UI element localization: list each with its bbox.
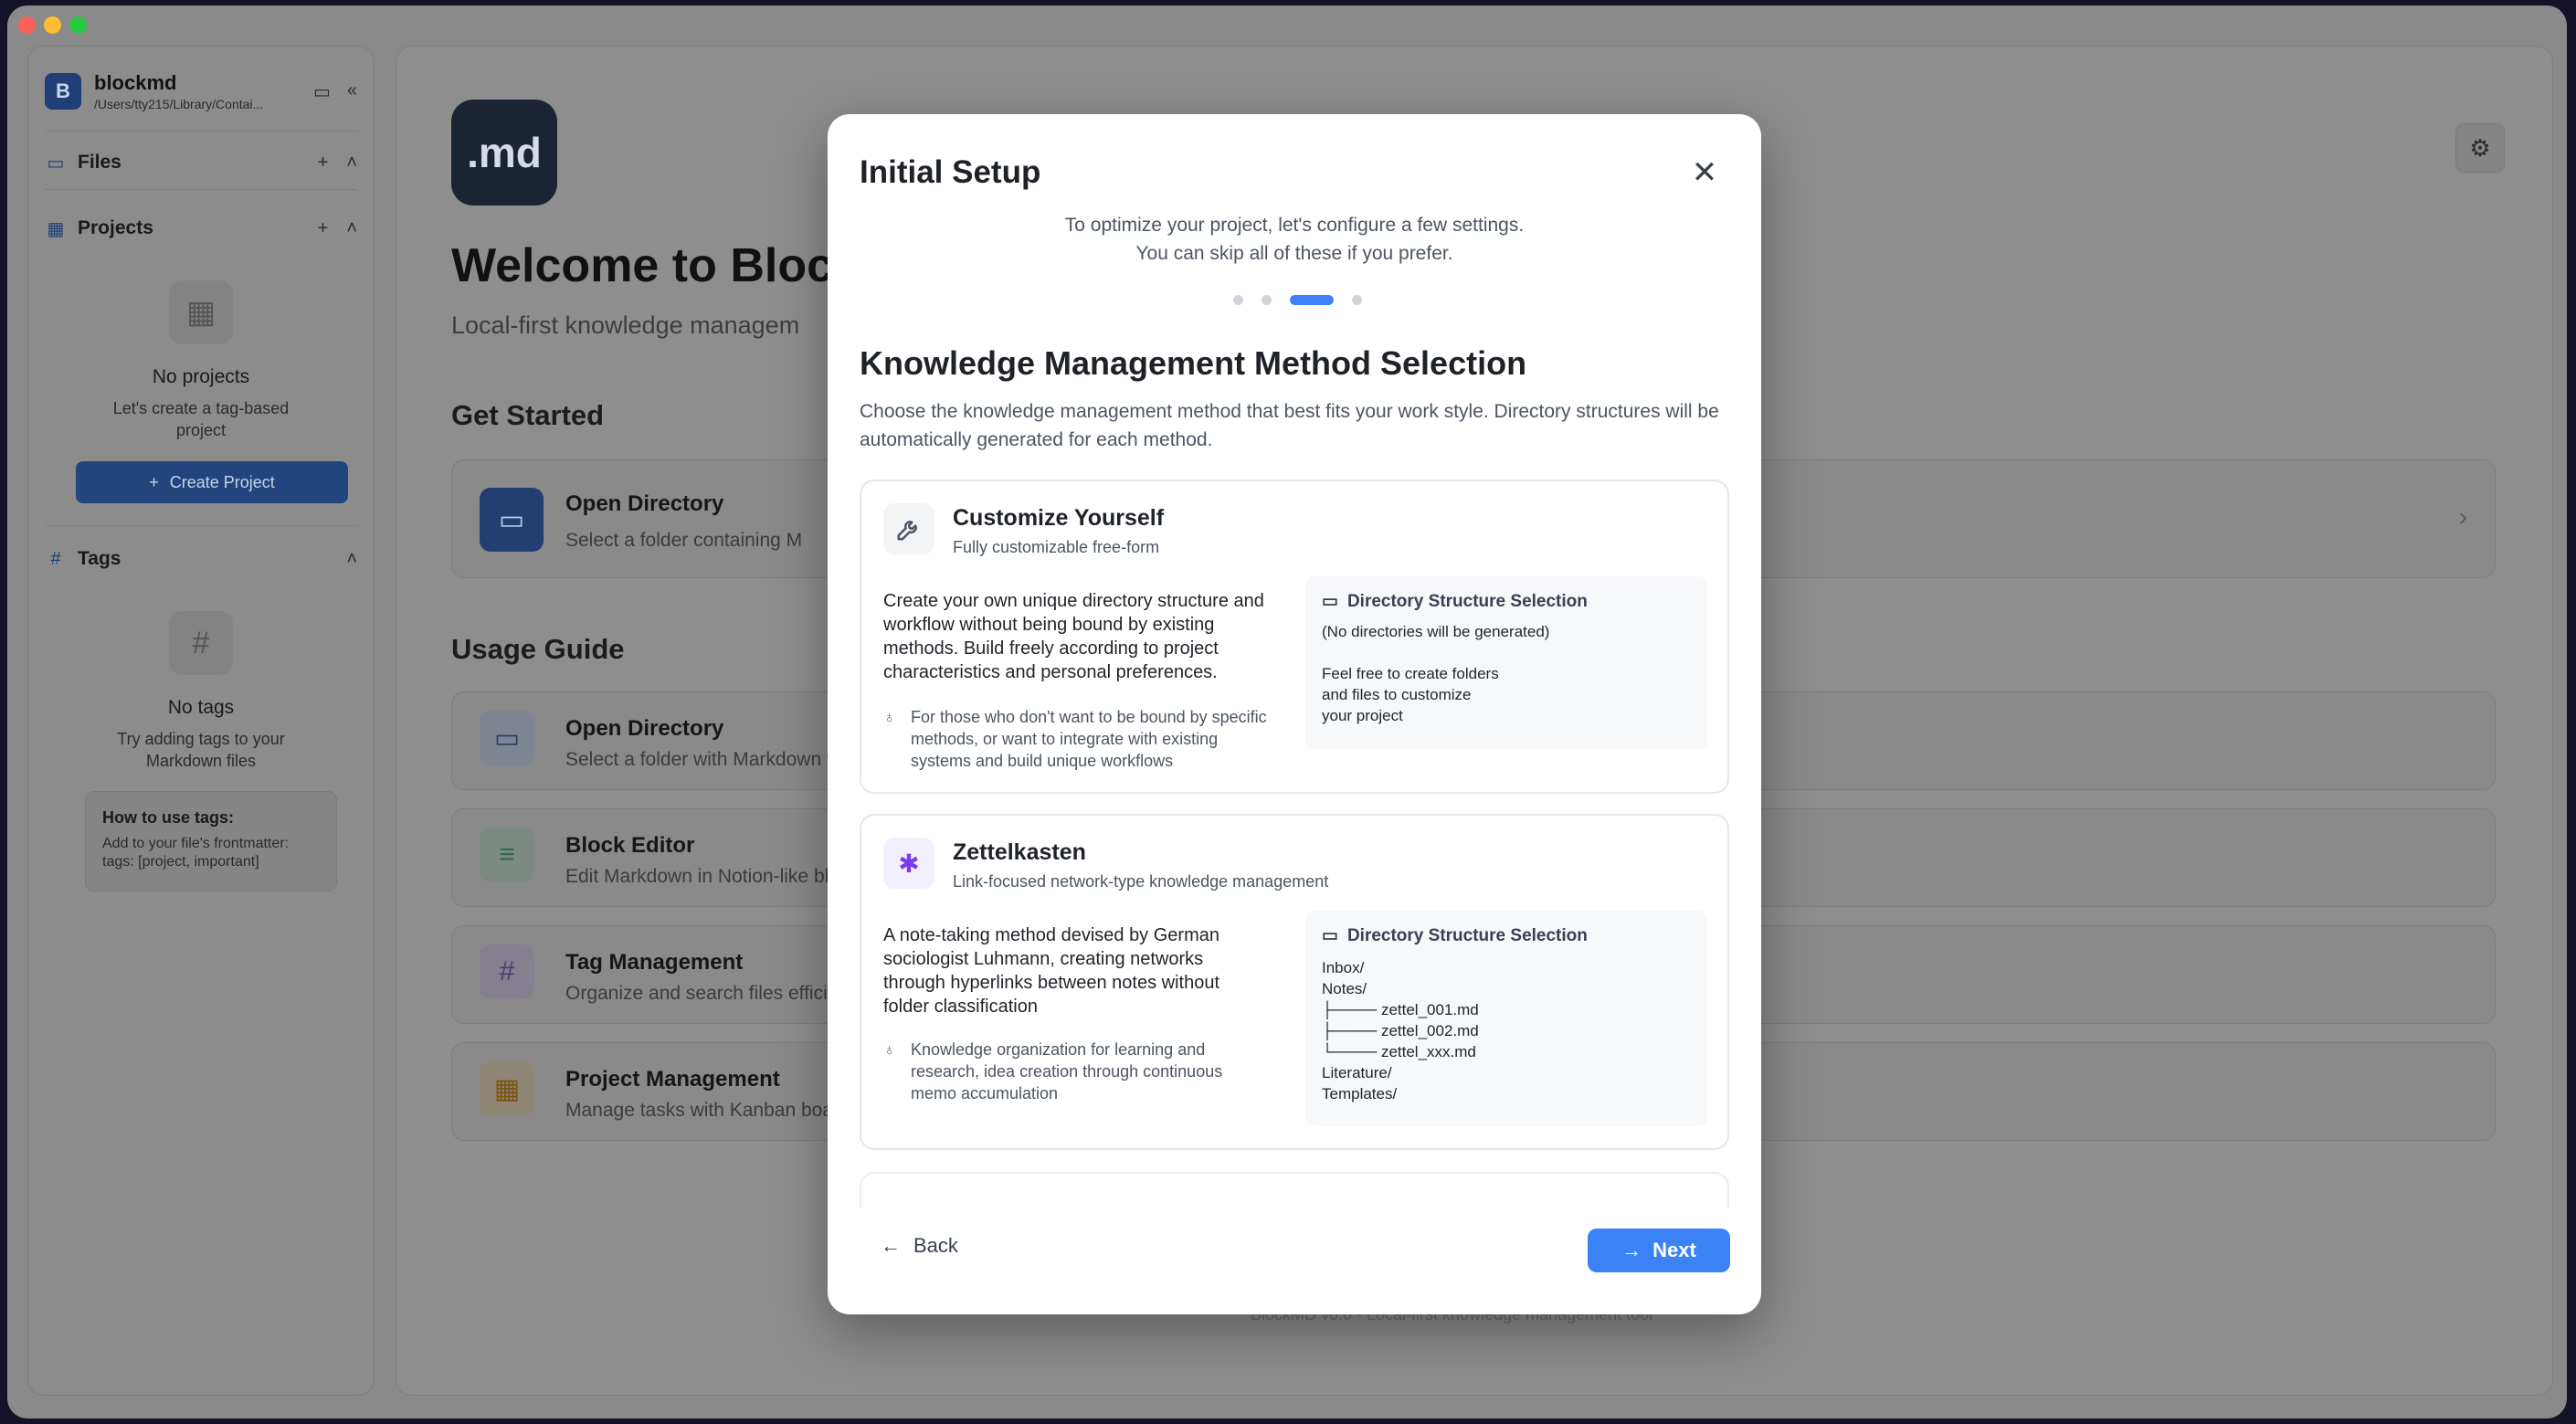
method-option-next[interactable] — [860, 1172, 1729, 1208]
divider — [45, 525, 357, 526]
workspace-path: /Users/tty215/Library/Contai... — [94, 97, 264, 111]
step-heading: Knowledge Management Method Selection — [860, 344, 1527, 382]
close-icon[interactable]: ✕ — [1688, 155, 1721, 190]
step-dot — [1262, 295, 1272, 305]
method-option-customize[interactable]: Customize Yourself Fully customizable fr… — [860, 480, 1729, 794]
tagline: Local-first knowledge managem — [451, 311, 800, 339]
tags-empty-state: # No tags Try adding tags to your Markdo… — [28, 611, 374, 772]
initial-setup-dialog: Initial Setup ✕ To optimize your project… — [828, 114, 1761, 1314]
divider — [45, 131, 357, 132]
sidebar-header: B blockmd /Users/tty215/Library/Contai..… — [45, 69, 357, 114]
dialog-title: Initial Setup — [860, 154, 1041, 190]
app-logo-icon: B — [45, 73, 81, 110]
lightbulb-icon: ♁ — [883, 1040, 896, 1059]
back-button[interactable]: ← Back — [881, 1234, 958, 1258]
step-description: Choose the knowledge management method t… — [860, 401, 1719, 450]
hash-icon: # — [169, 611, 233, 675]
chevron-up-icon[interactable]: ˄ — [346, 549, 357, 570]
divider — [45, 189, 357, 190]
wrench-icon — [883, 503, 934, 554]
app-window: B blockmd /Users/tty215/Library/Contai..… — [7, 5, 2567, 1419]
dialog-subtitle: To optimize your project, let's configur… — [1064, 215, 1525, 264]
step-dot — [1233, 295, 1243, 305]
step-dot-active — [1290, 295, 1334, 305]
usage-guide-heading: Usage Guide — [451, 633, 625, 665]
step-indicator — [1233, 295, 1362, 305]
projects-empty-state: ▦ No projects Let's create a tag-based p… — [28, 280, 374, 441]
hash-icon: # — [480, 944, 534, 999]
folder-icon: ▭ — [480, 711, 534, 765]
section-label: Tags — [78, 548, 121, 569]
close-window-button[interactable] — [18, 16, 36, 34]
app-logo: .md — [451, 100, 557, 206]
workspace-name: blockmd — [94, 71, 177, 94]
arrow-left-icon: ← — [881, 1234, 901, 1257]
welcome-title: Welcome to Block — [451, 239, 860, 292]
section-label: Projects — [78, 217, 153, 238]
folder-icon: ▭ — [47, 153, 65, 174]
method-option-zettelkasten[interactable]: ✱ Zettelkasten Link-focused network-type… — [860, 814, 1729, 1150]
sidebar-section-tags[interactable]: # Tags ˄ — [45, 538, 357, 580]
tags-howto-box: How to use tags: Add to your file's fron… — [85, 791, 337, 891]
directory-structure-preview: ▭ Directory Structure Selection (No direc… — [1305, 576, 1707, 750]
plus-icon: + — [149, 472, 159, 491]
grid-icon: ▦ — [47, 218, 65, 239]
kanban-icon: ▦ — [480, 1061, 534, 1116]
sidebar-section-files[interactable]: ▭ Files + ˄ — [45, 142, 357, 184]
arrow-right-icon: → — [1621, 1239, 1642, 1261]
folder-icon: ▭ — [480, 488, 544, 552]
empty-title: No tags — [167, 697, 235, 718]
settings-gear-icon[interactable]: ⚙ — [2455, 123, 2505, 173]
next-button[interactable]: → Next — [1588, 1229, 1730, 1272]
section-label: Files — [78, 152, 121, 173]
minimize-window-button[interactable] — [44, 16, 61, 34]
sidebar: B blockmd /Users/tty215/Library/Contai..… — [27, 46, 375, 1396]
folder-icon[interactable]: ▭ — [313, 80, 331, 103]
folder-icon: ▭ — [1322, 592, 1338, 611]
add-project-icon[interactable]: + — [318, 218, 329, 239]
folder-icon: ▭ — [1322, 926, 1338, 945]
get-started-heading: Get Started — [451, 399, 605, 431]
window-controls — [18, 16, 87, 34]
collapse-sidebar-icon[interactable]: « — [347, 80, 357, 103]
chevron-up-icon[interactable]: ˄ — [346, 153, 357, 174]
grid-icon: ▦ — [169, 280, 233, 344]
sidebar-section-projects[interactable]: ▦ Projects + ˄ — [45, 207, 357, 249]
edit-icon: ≡ — [480, 828, 534, 882]
create-project-button[interactable]: + Create Project — [76, 461, 348, 503]
directory-structure-preview: ▭ Directory Structure Selection Inbox/ No… — [1305, 911, 1707, 1126]
empty-title: No projects — [152, 366, 250, 387]
chevron-up-icon[interactable]: ˄ — [346, 218, 357, 239]
chevron-right-icon: › — [2458, 502, 2467, 531]
empty-desc: Try adding tags to your Markdown files — [117, 730, 285, 770]
hash-icon: # — [50, 548, 61, 569]
network-icon: ✱ — [883, 838, 934, 889]
zoom-window-button[interactable] — [69, 16, 87, 34]
lightbulb-icon: ♁ — [883, 708, 896, 726]
step-dot — [1352, 295, 1362, 305]
empty-desc: Let's create a tag-based project — [112, 399, 290, 439]
add-file-icon[interactable]: + — [318, 153, 329, 174]
